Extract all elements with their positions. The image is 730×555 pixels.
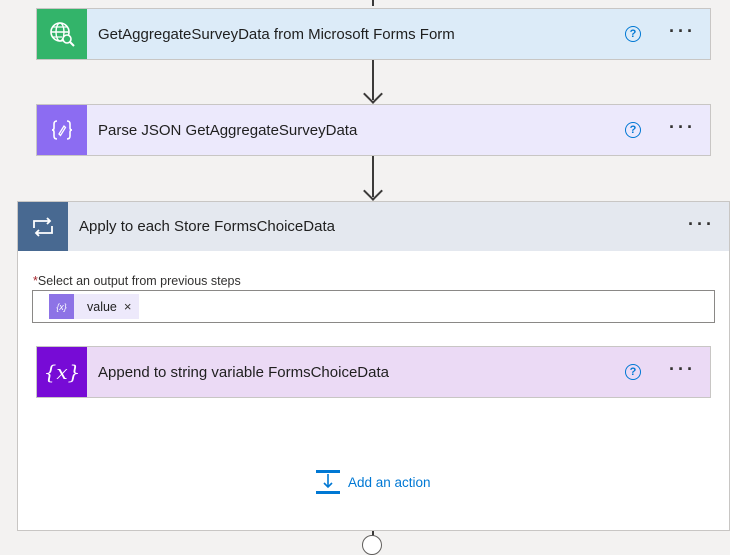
action-title: Append to string variable FormsChoiceDat… [98,363,389,381]
parse-json-icon-box [37,105,87,155]
action-card-append-to-string-variable[interactable]: {x} Append to string variable FormsChoic… [36,346,711,398]
token-label: value [87,299,117,314]
help-icon[interactable]: ? [625,26,642,42]
data-operation-icon [51,120,73,140]
more-options-button[interactable]: ··· [669,360,696,380]
action-card-parse-json[interactable]: Parse JSON GetAggregateSurveyData ? ··· [36,104,711,156]
more-options-button[interactable]: ··· [688,215,715,235]
variable-icon-box: {x} [37,347,87,397]
connector-top [372,0,374,6]
apply-to-each-scope: Apply to each Store FormsChoiceData ··· … [17,201,730,531]
select-output-label: *Select an output from previous steps [33,274,241,288]
select-output-label-text: Select an output from previous steps [37,274,241,288]
action-title: GetAggregateSurveyData from Microsoft Fo… [98,25,455,43]
arrow-down-icon [363,84,383,104]
add-action-label: Add an action [348,474,431,490]
forms-connector-icon-box [37,9,87,59]
add-an-action-button[interactable]: Add an action [315,470,431,494]
arrow-down-icon [363,181,383,201]
select-output-input[interactable]: {x} value × [32,290,715,323]
loop-icon-box [18,202,68,251]
action-title: Parse JSON GetAggregateSurveyData [98,121,358,139]
loop-icon [33,216,53,237]
apply-to-each-title: Apply to each Store FormsChoiceData [79,218,335,235]
add-step-circle[interactable] [362,535,382,555]
apply-to-each-header[interactable]: Apply to each Store FormsChoiceData ··· [18,202,729,251]
token-remove-button[interactable]: × [124,299,132,314]
more-options-button[interactable]: ··· [669,118,696,138]
globe-search-icon [50,22,75,47]
variable-icon: {x} [43,360,81,384]
help-icon[interactable]: ? [625,364,642,380]
add-action-icon [316,470,340,494]
more-options-button[interactable]: ··· [669,22,696,42]
help-icon[interactable]: ? [625,122,642,138]
variable-token-icon: {x} [49,294,74,319]
dynamic-content-token[interactable]: {x} value × [49,294,140,319]
action-card-get-aggregate-survey-data[interactable]: GetAggregateSurveyData from Microsoft Fo… [36,8,711,60]
